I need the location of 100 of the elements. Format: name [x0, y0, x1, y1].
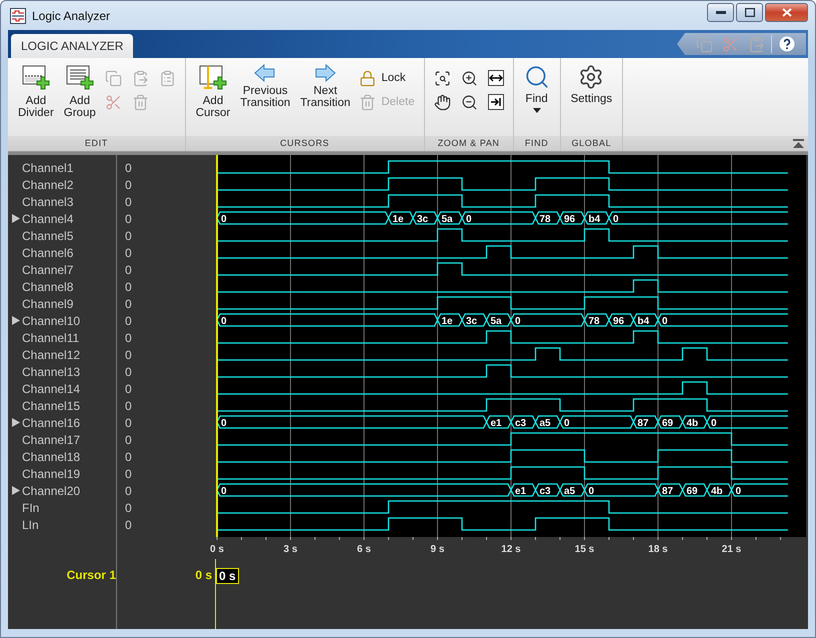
channel-value: 0 [125, 330, 132, 344]
bus-value: 0 [736, 486, 742, 497]
bus-segment [461, 313, 488, 327]
collapsed-arrow-icon[interactable] [12, 316, 20, 325]
add-divider-button[interactable]: Add Divider [14, 62, 58, 121]
channel-name[interactable]: Channel9 [22, 296, 74, 310]
tick-label: 0 s [210, 544, 224, 555]
tick-label: 15 s [574, 544, 594, 555]
channel-name[interactable]: Channel2 [22, 178, 74, 192]
channel-name[interactable]: Channel11 [22, 330, 80, 344]
maximize-button[interactable] [736, 3, 763, 22]
tick-label: 3 s [284, 544, 298, 555]
bus-value: 96 [613, 316, 624, 327]
document-plus-icon [198, 64, 228, 92]
bus-value: 5a [442, 214, 453, 225]
channel-name[interactable]: Channel1 [22, 160, 74, 174]
channel-name[interactable]: Channel5 [22, 228, 74, 242]
bus-value: 0 [515, 316, 521, 327]
bus-value: 0 [588, 486, 594, 497]
bus-value: 1e [442, 316, 453, 327]
tick-label: 6 s [357, 544, 371, 555]
collapsed-arrow-icon[interactable] [12, 214, 20, 223]
channel-name[interactable]: Channel19 [22, 466, 80, 480]
bus-value: 69 [662, 418, 674, 429]
arrow-left-icon [254, 64, 276, 82]
lock-icon [359, 70, 376, 86]
channel-name[interactable]: Channel10 [22, 314, 80, 328]
channel-value: 0 [125, 178, 132, 192]
bus-value: 3c [417, 214, 428, 225]
channel-name[interactable]: Channel16 [22, 416, 80, 430]
channel-name[interactable]: Channel12 [22, 348, 80, 362]
bus-value: 4b [711, 486, 723, 497]
bus-value: a5 [540, 418, 551, 429]
channel-value: 0 [125, 416, 132, 430]
bus-segment [657, 415, 684, 429]
channel-name[interactable]: Channel17 [22, 432, 80, 446]
close-button[interactable] [765, 3, 808, 22]
channel-name[interactable]: FIn [22, 500, 40, 514]
bus-value: 0 [711, 418, 717, 429]
bus-value: 0 [221, 214, 227, 225]
channel-name[interactable]: Channel14 [22, 382, 80, 396]
bus-segment [412, 211, 438, 225]
copy-icon [696, 36, 712, 52]
channel-name[interactable]: Channel13 [22, 364, 80, 378]
cursor-marker[interactable]: 0 s [216, 568, 239, 584]
channel-value: 0 [125, 160, 132, 174]
channel-value: 0 [125, 518, 132, 532]
channel-name[interactable]: Channel8 [22, 280, 74, 294]
bus-value: 78 [588, 316, 600, 327]
hand-icon [434, 94, 451, 110]
previous-transition-button[interactable]: Previous Transition [236, 62, 294, 111]
close-icon [782, 8, 792, 17]
collapsed-arrow-icon[interactable] [12, 418, 20, 427]
bus-value: 5a [490, 316, 502, 327]
trash-icon [132, 94, 149, 110]
find-button[interactable]: Find [520, 62, 554, 115]
tick-label: 12 s [501, 544, 521, 555]
magnifier-icon [434, 70, 451, 86]
bus-value: 69 [686, 486, 698, 497]
channel-value: 0 [125, 280, 132, 294]
bus-segment [682, 483, 708, 497]
trash-icon [359, 94, 376, 110]
channel-name[interactable]: Channel4 [22, 212, 74, 226]
channel-name[interactable]: Channel3 [22, 194, 74, 208]
bus-value: 0 [221, 418, 227, 429]
add-cursor-button[interactable]: Add Cursor [192, 62, 234, 121]
channel-value: 0 [125, 484, 132, 498]
bus-segment [510, 415, 536, 429]
channel-name[interactable]: Channel6 [22, 246, 74, 260]
settings-button[interactable]: Settings [566, 62, 616, 107]
cursor-label: Cursor 1 [66, 568, 116, 583]
next-transition-button[interactable]: Next Transition [296, 62, 354, 111]
app-icon [10, 8, 26, 24]
clipboard-icon [132, 70, 149, 86]
channel-name[interactable]: LIn [22, 518, 39, 532]
channel-name[interactable]: Channel18 [22, 450, 80, 464]
tick-label: 21 s [722, 544, 742, 555]
channel-value: 0 [125, 364, 132, 378]
collapse-icon[interactable] [793, 138, 804, 148]
section-label: EDIT [8, 136, 185, 151]
document-plus-icon [20, 64, 51, 92]
channel-name[interactable]: Channel7 [22, 262, 74, 276]
channel-name[interactable]: Channel15 [22, 398, 80, 412]
bus-segment [559, 211, 586, 225]
section-label: ZOOM & PAN [424, 136, 513, 151]
add-group-button[interactable]: Add Group [60, 62, 100, 121]
scissors-icon [722, 36, 738, 52]
channel-name[interactable]: Channel20 [22, 484, 80, 498]
collapsed-arrow-icon[interactable] [12, 486, 20, 495]
minimize-button[interactable] [707, 3, 734, 22]
lock-button[interactable]: Lock [356, 66, 418, 90]
bus-value: 87 [662, 486, 674, 497]
caret-icon [532, 108, 541, 113]
bus-value: 0 [662, 316, 668, 327]
channel-value: 0 [125, 228, 132, 242]
tick-label: 9 s [430, 544, 444, 555]
window-title: Logic Analyzer [32, 8, 112, 22]
ribbon-tab[interactable]: LOGIC ANALYZER [11, 34, 134, 58]
arrow-right-icon [314, 64, 336, 82]
scissors-icon [104, 94, 122, 110]
